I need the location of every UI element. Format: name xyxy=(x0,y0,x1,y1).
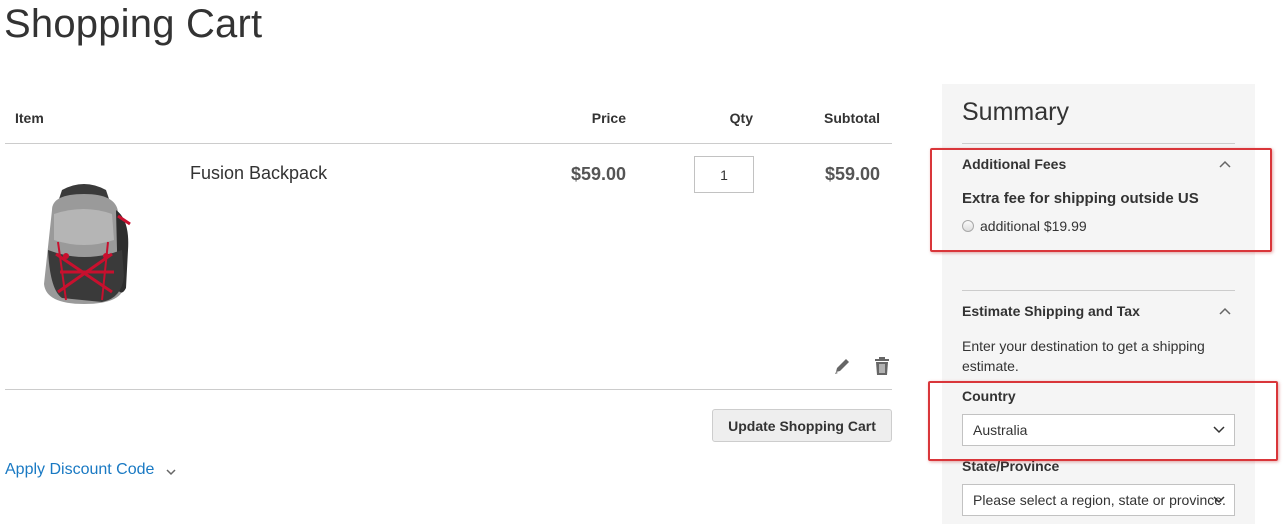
country-select[interactable]: Australia xyxy=(962,414,1235,446)
state-province-label: State/Province xyxy=(962,458,1060,474)
update-shopping-cart-button[interactable]: Update Shopping Cart xyxy=(712,409,892,442)
summary-panel: Summary Additional Fees Extra fee for sh… xyxy=(942,84,1255,524)
chevron-down-icon xyxy=(166,469,176,476)
country-select-value: Australia xyxy=(973,422,1028,438)
state-province-select[interactable]: Please select a region, state or provinc… xyxy=(962,484,1235,516)
extra-fee-heading: Extra fee for shipping outside US xyxy=(962,190,1199,207)
product-price: $59.00 xyxy=(570,164,626,184)
additional-fee-radio[interactable] xyxy=(962,220,974,232)
product-subtotal: $59.00 xyxy=(824,164,880,184)
estimate-description: Enter your destination to get a shipping… xyxy=(962,338,1205,374)
apply-discount-code-label: Apply Discount Code xyxy=(5,461,155,478)
backpack-image xyxy=(44,184,131,304)
country-label: Country xyxy=(962,388,1016,404)
page-title: Shopping Cart xyxy=(4,2,263,46)
column-header-subtotal: Subtotal xyxy=(824,110,880,126)
summary-divider xyxy=(962,143,1235,144)
chevron-down-icon xyxy=(1213,426,1225,434)
column-header-price: Price xyxy=(591,110,626,126)
additional-fee-option[interactable]: additional $19.99 xyxy=(962,218,1087,234)
additional-fee-label: additional $19.99 xyxy=(980,218,1087,234)
product-name-link[interactable]: Fusion Backpack xyxy=(190,163,327,184)
qty-input[interactable] xyxy=(694,156,754,193)
summary-title: Summary xyxy=(962,98,1069,126)
estimate-shipping-title[interactable]: Estimate Shipping and Tax xyxy=(962,303,1140,319)
summary-divider xyxy=(962,290,1235,291)
product-image[interactable] xyxy=(32,180,136,310)
chevron-up-icon[interactable] xyxy=(1218,306,1232,316)
column-header-item: Item xyxy=(15,110,44,126)
chevron-up-icon[interactable] xyxy=(1218,159,1232,169)
apply-discount-code-toggle[interactable]: Apply Discount Code xyxy=(5,461,178,479)
column-header-qty: Qty xyxy=(729,110,753,126)
pencil-icon[interactable] xyxy=(833,356,851,376)
trash-icon[interactable] xyxy=(873,356,891,376)
table-header-divider xyxy=(5,143,892,144)
additional-fees-title[interactable]: Additional Fees xyxy=(962,156,1066,172)
state-province-select-value: Please select a region, state or provinc… xyxy=(973,492,1226,508)
chevron-down-icon xyxy=(1213,496,1225,504)
cart-row-divider xyxy=(5,389,892,390)
